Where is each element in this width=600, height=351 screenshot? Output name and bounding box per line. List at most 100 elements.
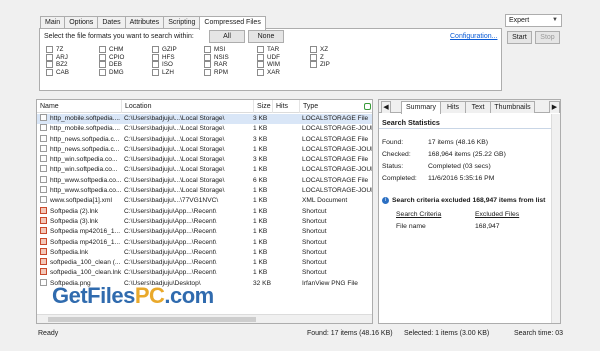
tab-scroll-right[interactable]: ▶	[549, 101, 560, 113]
format-option[interactable]: MSI	[204, 46, 229, 54]
checkbox[interactable]	[46, 46, 53, 54]
cell-name: www.softpedia[1].xml	[50, 197, 112, 205]
start-button[interactable]: Start	[507, 31, 532, 44]
table-row[interactable]: http_mobile.softpedia.... C:\Users\badjuj…	[37, 114, 372, 125]
checkbox[interactable]	[152, 46, 159, 54]
format-option[interactable]: XZ	[310, 46, 330, 54]
checkbox[interactable]	[99, 61, 106, 69]
format-option[interactable]: RAR	[204, 61, 229, 69]
table-row[interactable]: softpedia_100_clean (... C:\Users\badjuju…	[37, 258, 372, 268]
checkbox[interactable]	[310, 53, 317, 61]
format-option[interactable]: NSIS	[204, 53, 229, 62]
table-row[interactable]: Softpedia mp42016_1... C:\Users\badjuju\A…	[37, 237, 372, 248]
format-option[interactable]: UDF	[257, 53, 280, 62]
format-option[interactable]: DMG	[99, 69, 124, 77]
format-option[interactable]: WIM	[257, 61, 280, 69]
format-option[interactable]: XAR	[257, 69, 280, 77]
shortcut-icon	[40, 268, 47, 276]
checkbox[interactable]	[99, 46, 106, 54]
checkbox[interactable]	[46, 69, 53, 77]
table-row[interactable]: softpedia_100_clean.lnk C:\Users\badjuju\…	[37, 268, 372, 278]
table-row[interactable]: http_mobile.softpedia.... C:\Users\badjuj…	[37, 124, 372, 134]
checkbox[interactable]	[204, 69, 211, 77]
column-header-type[interactable]: Type	[299, 100, 372, 113]
cell-size: 1 KB	[253, 125, 268, 133]
format-option[interactable]: ZIP	[310, 61, 330, 69]
tab-text[interactable]: Text	[465, 101, 491, 113]
format-option[interactable]: CHM	[99, 46, 124, 54]
status-selected: Selected: 1 items (3.00 KB)	[404, 330, 490, 337]
cell-size: 1 KB	[253, 187, 268, 195]
table-row[interactable]: Softpedia.lnk C:\Users\badjuju\App...\Rec…	[37, 247, 372, 258]
checkbox[interactable]	[257, 46, 264, 54]
cell-size: 1 KB	[253, 217, 268, 225]
checkbox[interactable]	[204, 53, 211, 61]
format-option[interactable]: CAB	[46, 69, 69, 77]
format-option[interactable]: GZIP	[152, 46, 177, 54]
tab-summary[interactable]: Summary	[401, 101, 441, 114]
refresh-icon[interactable]	[364, 103, 371, 110]
format-option[interactable]: HFS	[152, 53, 177, 62]
shortcut-icon	[40, 258, 47, 266]
format-option[interactable]: BZ2	[46, 61, 69, 69]
select-all-button[interactable]: All	[209, 30, 245, 43]
horizontal-scrollbar[interactable]	[37, 314, 372, 323]
format-option[interactable]: CPIO	[99, 53, 124, 62]
cell-size: 32 KB	[253, 279, 271, 287]
cell-name: http_www.softpedia.co...	[50, 187, 122, 195]
format-option[interactable]: 7Z	[46, 46, 69, 54]
table-row[interactable]: http_www.softpedia.co... C:\Users\badjuju…	[37, 186, 372, 196]
column-header-size[interactable]: Size	[253, 100, 272, 113]
checkbox[interactable]	[152, 61, 159, 69]
cell-name: http_win.softpedia.co...	[50, 156, 118, 164]
column-header-location[interactable]: Location	[121, 100, 253, 113]
table-row[interactable]: Softpedia mp42016_1... C:\Users\badjuju\A…	[37, 227, 372, 237]
scroll-thumb[interactable]	[48, 317, 256, 322]
cell-location: C:\Users\badjuju\...\Local Storage\	[124, 115, 225, 122]
checkbox[interactable]	[152, 53, 159, 61]
table-row[interactable]: Softpedia (3).lnk C:\Users\badjuju\App...…	[37, 216, 372, 227]
search-mode-value: Expert	[509, 17, 530, 24]
table-row[interactable]: http_win.softpedia.co... C:\Users\badjuju…	[37, 155, 372, 165]
table-row[interactable]: http_news.softpedia.c... C:\Users\badjuju…	[37, 144, 372, 155]
format-option[interactable]: ARJ	[46, 53, 69, 62]
table-row[interactable]: www.softpedia[1].xml C:\Users\badjuju\...…	[37, 196, 372, 206]
format-option[interactable]: DEB	[99, 61, 124, 69]
tab-thumbnails[interactable]: Thumbnails	[490, 101, 535, 113]
table-row[interactable]: http_win.softpedia.co... C:\Users\badjuju…	[37, 165, 372, 175]
checkbox[interactable]	[152, 69, 159, 77]
checkbox[interactable]	[257, 69, 264, 77]
table-row[interactable]: http_news.softpedia.c... C:\Users\badjuju…	[37, 134, 372, 145]
format-option[interactable]: LZH	[152, 69, 177, 77]
cell-type: Shortcut	[302, 248, 327, 256]
format-option[interactable]: ISO	[152, 61, 177, 69]
shortcut-icon	[40, 216, 47, 224]
tab-compressed-files[interactable]: Compressed Files	[199, 16, 266, 30]
search-mode-select[interactable]: Expert ▼	[505, 14, 562, 27]
format-option[interactable]: TAR	[257, 46, 280, 54]
tab-hits[interactable]: Hits	[440, 101, 466, 113]
column-header-hits[interactable]: Hits	[272, 100, 299, 113]
checkbox[interactable]	[310, 46, 317, 54]
configuration-link[interactable]: Configuration...	[450, 33, 497, 40]
cell-location: C:\Users\badjuju\...\Local Storage\	[124, 135, 225, 143]
checkbox[interactable]	[204, 61, 211, 69]
checkbox[interactable]	[99, 69, 106, 77]
table-row[interactable]: http_www.softpedia.co... C:\Users\badjuju…	[37, 175, 372, 186]
format-option[interactable]: Z	[310, 53, 330, 62]
select-none-button[interactable]: None	[248, 30, 284, 43]
checkbox[interactable]	[257, 53, 264, 61]
checkbox[interactable]	[257, 61, 264, 69]
document-icon	[40, 175, 47, 183]
format-option[interactable]: RPM	[204, 69, 229, 77]
stop-button[interactable]: Stop	[535, 31, 560, 44]
tab-scroll-left[interactable]: ◀	[381, 101, 391, 113]
checkbox[interactable]	[46, 53, 53, 61]
checkbox[interactable]	[310, 61, 317, 69]
checkbox[interactable]	[204, 46, 211, 54]
checkbox[interactable]	[99, 53, 106, 61]
column-header-name[interactable]: Name	[37, 100, 121, 113]
table-row[interactable]: Softpedia (2).lnk C:\Users\badjuju\App...…	[37, 206, 372, 217]
vertical-scrollbar[interactable]	[551, 114, 560, 323]
checkbox[interactable]	[46, 61, 53, 69]
